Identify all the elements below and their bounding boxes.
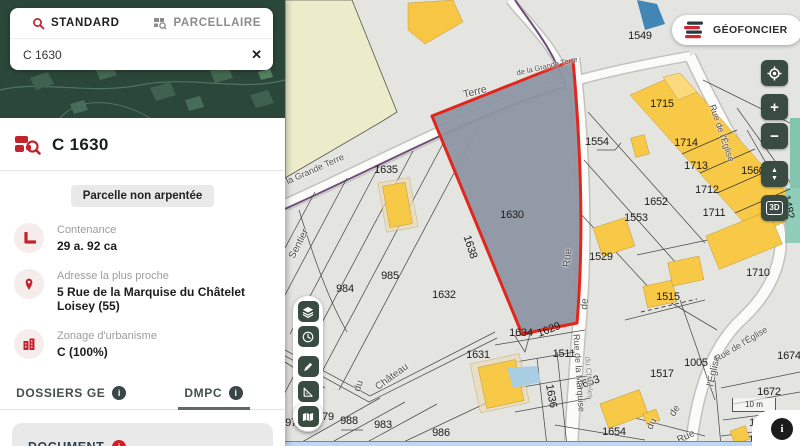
zoom-out-button[interactable]: −: [761, 123, 788, 149]
measure-button[interactable]: [298, 381, 319, 402]
map-graphic: [285, 0, 800, 446]
info-label: Zonage d'urbanisme: [57, 330, 157, 342]
history-clock-icon: [301, 330, 315, 344]
info-value: 5 Rue de la Marquise du Châtelet Loisey …: [57, 285, 271, 313]
parcel-search-icon: [14, 133, 41, 157]
tilt-down-icon: ▼: [771, 175, 778, 182]
layers-icon: [301, 305, 315, 319]
search-row: ✕: [10, 39, 273, 70]
draw-button[interactable]: [298, 356, 319, 377]
3d-icon: 3D: [766, 201, 783, 215]
tab-dossiers-ge[interactable]: DOSSIERS GE i: [0, 376, 143, 409]
document-info-icon[interactable]: i: [112, 440, 126, 446]
tab-dmpc-label: DMPC: [184, 386, 222, 400]
document-card: DOCUMENT i Vignette DMPC 55298 000 142: [12, 423, 273, 446]
info-label: Contenance: [57, 224, 117, 236]
zoning-icon: [14, 329, 44, 359]
tab-dossiers-ge-label: DOSSIERS GE: [16, 386, 105, 400]
scale-label: 10 m: [745, 400, 763, 409]
sidebar: STANDARD PARCELLAIRE ✕: [0, 0, 285, 446]
address-icon: [14, 269, 44, 299]
page-title: C 1630: [52, 135, 109, 155]
tab-dmpc[interactable]: DMPC i: [143, 376, 286, 409]
search-input[interactable]: [21, 47, 251, 63]
geofoncier-brand-icon: [683, 21, 705, 40]
info-value: 29 a. 92 ca: [57, 239, 117, 253]
pencil-icon: [301, 360, 315, 374]
map-bottom-boundary: [285, 441, 800, 446]
locate-icon: [767, 66, 782, 81]
map-controls: + − ▲ ▼ 3D: [761, 60, 788, 221]
attribution-button[interactable]: i: [771, 418, 793, 440]
parcel-grid-icon: [153, 17, 167, 30]
info-circle-icon[interactable]: i: [112, 386, 126, 400]
geofoncier-logo[interactable]: GÉOFONCIER: [672, 15, 800, 45]
info-row-zonage: Zonage d'urbanisme C (100%): [0, 321, 285, 367]
document-title: DOCUMENT: [28, 440, 104, 446]
layers-button[interactable]: [298, 301, 319, 322]
brand-label: GÉOFONCIER: [713, 24, 788, 36]
search-card: STANDARD PARCELLAIRE ✕: [10, 8, 273, 70]
map-viewport[interactable]: 1549171515541714171317121711165215531529…: [285, 0, 800, 446]
zoom-in-button[interactable]: +: [761, 94, 788, 120]
parcel-header: C 1630: [0, 118, 285, 170]
tab-standard-label: STANDARD: [51, 17, 119, 29]
info-label: Adresse la plus proche: [57, 270, 271, 282]
info-value: C (100%): [57, 345, 157, 359]
tilt-button[interactable]: ▲ ▼: [761, 161, 788, 187]
clear-search-button[interactable]: ✕: [251, 48, 262, 61]
history-button[interactable]: [298, 326, 319, 347]
basemap-tool: [293, 402, 323, 431]
geofoncier-app: STANDARD PARCELLAIRE ✕: [0, 0, 800, 446]
3d-button[interactable]: 3D: [761, 195, 788, 221]
minimap[interactable]: STANDARD PARCELLAIRE ✕: [0, 0, 285, 118]
tilt-up-icon: ▲: [771, 167, 778, 174]
status-badge: Parcelle non arpentée: [71, 185, 215, 207]
search-tabs: STANDARD PARCELLAIRE: [10, 8, 273, 39]
search-icon: [32, 17, 45, 30]
document-title-row: DOCUMENT i: [28, 440, 257, 446]
set-square-icon: [301, 385, 315, 399]
basemap-button[interactable]: [298, 406, 319, 427]
info-row-contenance: Contenance 29 a. 92 ca: [0, 215, 285, 261]
basemap-icon: [301, 410, 315, 424]
tab-parcellaire-label: PARCELLAIRE: [173, 17, 261, 29]
info-circle-icon[interactable]: i: [229, 386, 243, 400]
locate-button[interactable]: [761, 60, 788, 86]
info-row-adresse: Adresse la plus proche 5 Rue de la Marqu…: [0, 261, 285, 321]
panel-tabs: DOSSIERS GE i DMPC i: [0, 376, 285, 410]
area-icon: [14, 223, 44, 253]
tab-standard[interactable]: STANDARD: [10, 8, 142, 38]
tab-parcellaire[interactable]: PARCELLAIRE: [142, 8, 274, 38]
